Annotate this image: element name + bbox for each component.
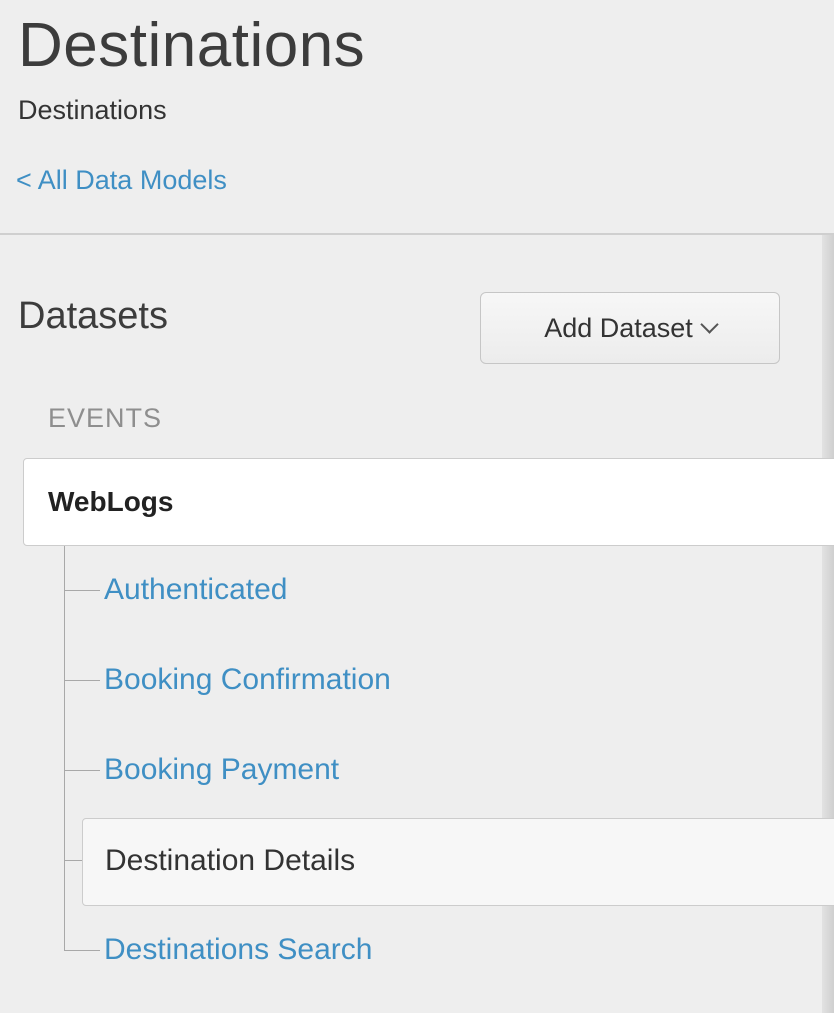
tree-line-branch — [64, 680, 100, 681]
dataset-item-booking-confirmation[interactable]: Booking Confirmation — [104, 660, 391, 700]
all-data-models-link[interactable]: < All Data Models — [16, 162, 227, 198]
back-link-label: All Data Models — [37, 165, 227, 195]
tree-line-branch — [64, 860, 82, 861]
page-title: Destinations — [18, 11, 366, 80]
dataset-item-destination-details[interactable]: Destination Details — [82, 818, 834, 906]
dataset-item-destinations-search[interactable]: Destinations Search — [104, 930, 372, 970]
chevron-down-icon — [700, 314, 719, 334]
tree-line-branch — [64, 590, 100, 591]
page-subtitle: Destinations — [18, 95, 167, 125]
datasets-heading: Datasets — [18, 295, 168, 337]
tree-line-vertical — [64, 546, 65, 951]
chevron-left-icon: < — [16, 165, 32, 195]
dataset-item-authenticated[interactable]: Authenticated — [104, 570, 287, 610]
dataset-root-weblogs[interactable]: WebLogs — [23, 458, 834, 546]
root-dataset-label: WebLogs — [48, 486, 174, 517]
tree-line-branch — [64, 950, 100, 951]
selected-dataset-label: Destination Details — [105, 844, 356, 877]
tree-line-branch — [64, 770, 100, 771]
dataset-item-booking-payment[interactable]: Booking Payment — [104, 750, 339, 790]
add-dataset-label: Add Dataset — [544, 312, 693, 343]
events-section-label: EVENTS — [48, 403, 163, 433]
add-dataset-button[interactable]: Add Dataset — [480, 292, 780, 364]
data-model-editor: Destinations Destinations < All Data Mode… — [0, 0, 834, 1013]
page-header: Destinations Destinations < All Data Mode… — [0, 0, 834, 235]
